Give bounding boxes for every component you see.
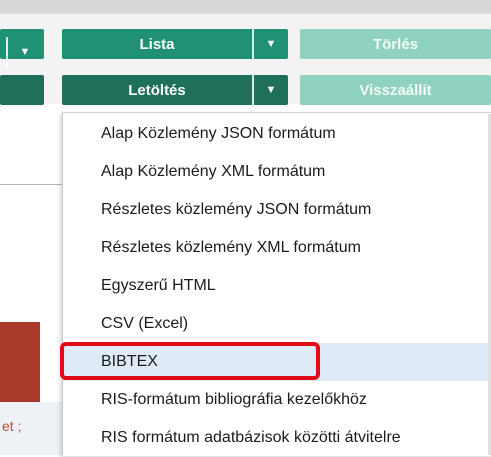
partial-left-text: et ; [2,418,22,434]
menu-item-alap-json[interactable]: Alap Közlemény JSON formátum [63,115,491,153]
menu-item-reszletes-json[interactable]: Részletes közlemény JSON formátum [63,191,491,229]
letoltes-label: Letöltés [128,81,186,99]
left-divider [0,184,64,185]
menu-item-ris-atvitel[interactable]: RIS formátum adatbázisok közötti átvitel… [63,419,491,457]
torles-button[interactable]: Törlés [300,29,491,59]
torles-label: Törlés [372,35,418,53]
bibtex-highlight-box [60,342,320,380]
menu-item-egyszeru-html[interactable]: Egyszerű HTML [63,267,491,305]
chevron-down-icon: ▼ [6,37,42,67]
partial-left-button-bottom[interactable] [0,75,44,105]
menu-item-reszletes-xml[interactable]: Részletes közlemény XML formátum [63,229,491,267]
letoltes-dropdown-button[interactable]: Letöltés ▼ [62,75,288,105]
menu-item-ris-bibliografia[interactable]: RIS-formátum bibliográfia kezelőkhöz [63,381,491,419]
download-format-menu: Alap Közlemény JSON formátum Alap Közlem… [62,112,491,456]
partial-left-button-top[interactable]: ▼ [0,29,44,67]
visszaallit-button[interactable]: Visszaállít [300,75,491,105]
lista-label: Lista [139,35,175,53]
lista-dropdown-button[interactable]: Lista ▼ [62,29,288,59]
chevron-down-icon[interactable]: ▼ [252,75,288,105]
visszaallit-label: Visszaállít [359,81,432,99]
chevron-down-icon[interactable]: ▼ [252,29,288,59]
menu-item-alap-xml[interactable]: Alap Közlemény XML formátum [63,153,491,191]
top-band [0,0,491,14]
menu-item-csv-excel[interactable]: CSV (Excel) [63,305,491,343]
